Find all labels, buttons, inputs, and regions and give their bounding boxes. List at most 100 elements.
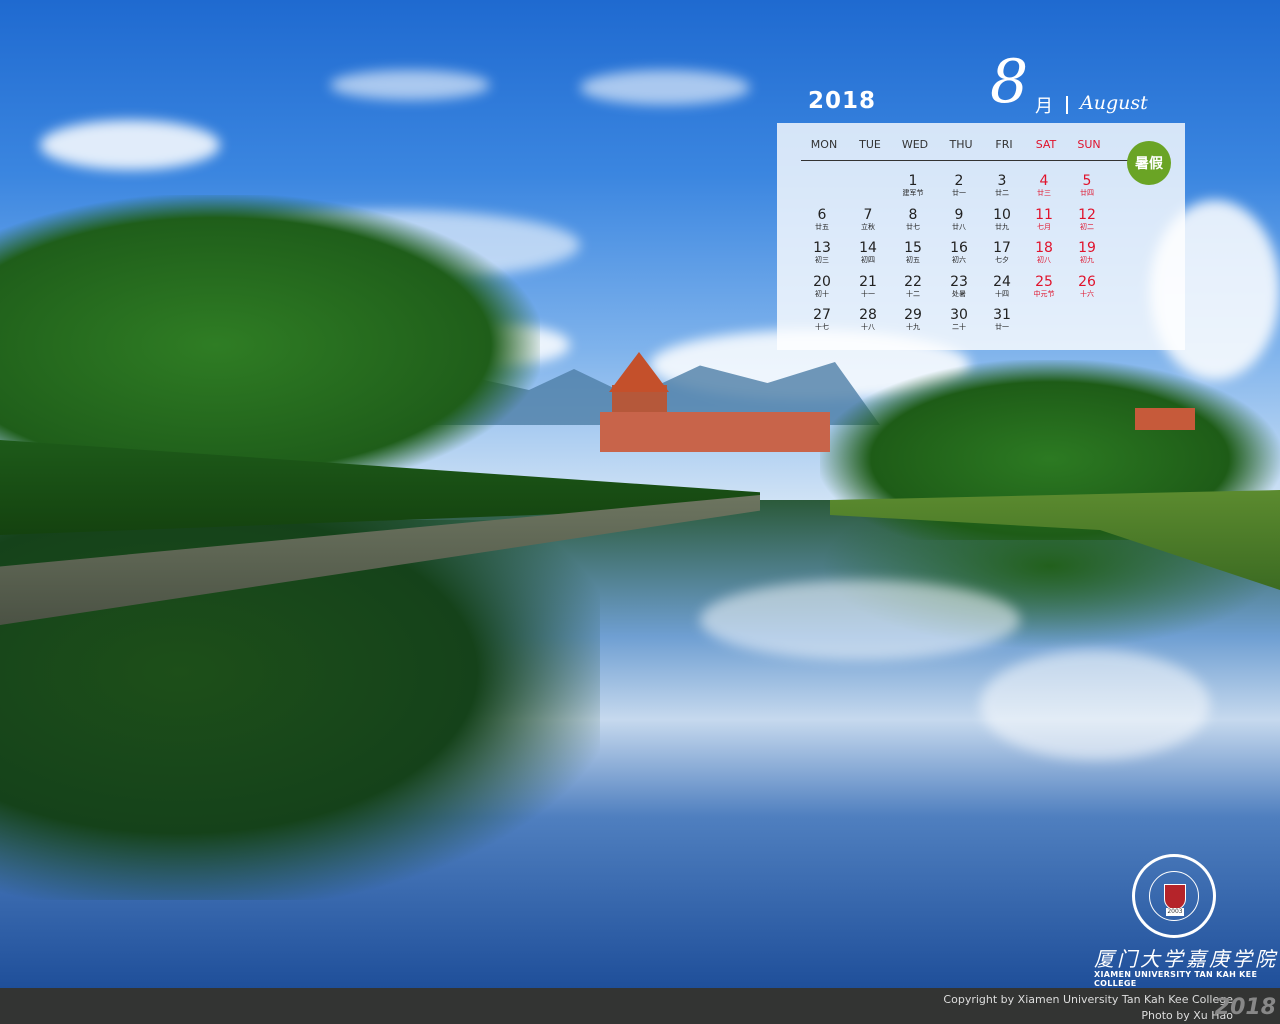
lunar-date: 初三	[815, 256, 829, 264]
lunar-date: 十八	[861, 323, 875, 331]
shield-icon	[1164, 884, 1186, 910]
header-divider	[801, 160, 1155, 161]
day-number: 9	[954, 206, 964, 223]
day-number: 23	[950, 273, 968, 290]
calendar-day: 3 廿二	[979, 173, 1025, 198]
day-number: 10	[993, 206, 1011, 223]
calendar-day: 25 中元节	[1021, 274, 1067, 299]
lunar-date: 廿五	[815, 222, 829, 231]
lunar-date: 初二	[1080, 222, 1094, 231]
calendar-day: 12 初二	[1064, 207, 1110, 232]
day-number: 14	[859, 240, 877, 256]
calendar-month-cn: 月	[1035, 96, 1053, 117]
lunar-date: 十四	[995, 289, 1009, 298]
calendar-day: 11 七月	[1021, 207, 1067, 232]
day-number: 18	[1035, 240, 1053, 256]
calendar-month-number: 8	[990, 47, 1029, 117]
weekday-header: MON TUE WED THU FRI SAT SUN	[801, 138, 1177, 160]
footer-year: 2018	[1214, 995, 1276, 1020]
calendar-day: 13 初三	[799, 240, 845, 265]
lunar-date: 廿八	[952, 222, 966, 231]
calendar-day: 14 初四	[845, 240, 891, 265]
day-number: 11	[1035, 206, 1053, 223]
college-name-cn: 厦门大学嘉庚学院	[1094, 947, 1278, 971]
lunar-date: 七月	[1037, 222, 1051, 231]
calendar-day: 5 廿四	[1064, 173, 1110, 198]
day-number: 29	[904, 307, 922, 323]
calendar-day: 18 初八	[1021, 240, 1067, 265]
calendar-day: 30 二十	[936, 307, 982, 332]
photo-credit: Photo by Xu Hao	[1141, 1009, 1233, 1022]
lunar-date: 廿四	[1080, 189, 1094, 197]
calendar-day: 7 立秋	[845, 207, 891, 232]
calendar-day: 10 廿九	[979, 207, 1025, 232]
calendar-day: 15 初五	[890, 240, 936, 265]
calendar-day: 9 廿八	[936, 207, 982, 232]
lunar-date: 十七	[815, 323, 829, 331]
day-number: 2	[954, 173, 964, 189]
weekday-sun: SUN	[1077, 138, 1101, 151]
calendar-day: 19 初九	[1064, 240, 1110, 265]
day-number: 20	[813, 273, 831, 290]
day-number: 17	[993, 240, 1011, 256]
cloud-reflection	[980, 650, 1210, 760]
day-number: 3	[997, 173, 1007, 189]
summer-vacation-badge: 暑假	[1127, 141, 1171, 185]
day-number: 12	[1078, 206, 1096, 223]
campus-building-right	[1135, 408, 1195, 430]
weekday-tue: TUE	[859, 138, 881, 151]
day-number: 25	[1035, 273, 1053, 290]
weekday-wed: WED	[901, 138, 929, 151]
calendar-day: 4 廿三	[1021, 173, 1067, 198]
day-number: 22	[904, 273, 922, 290]
calendar-day: 1 建军节	[890, 173, 936, 198]
lunar-date: 廿七	[906, 222, 920, 231]
day-number: 4	[1039, 173, 1049, 189]
month-separator	[1066, 96, 1068, 114]
lunar-date: 十一	[861, 289, 875, 298]
lunar-date: 初五	[906, 256, 920, 264]
lunar-date: 廿二	[995, 189, 1009, 197]
lunar-date: 廿一	[952, 189, 966, 197]
footer-bar: Copyright by Xiamen University Tan Kah K…	[0, 988, 1280, 1024]
calendar-day: 6 廿五	[799, 207, 845, 232]
cloud	[580, 70, 750, 105]
lunar-date: 初六	[952, 256, 966, 264]
calendar-day: 31 廿一	[979, 307, 1025, 332]
weekday-thu: THU	[949, 138, 973, 151]
calendar-day: 17 七夕	[979, 240, 1025, 265]
cloud	[330, 70, 490, 100]
day-number: 1	[908, 173, 918, 189]
calendar-panel: MON TUE WED THU FRI SAT SUN 暑假 1 建军节 2 廿一 3 廿二 4 廿三 5 廿…	[777, 123, 1185, 350]
weekday-fri: FRI	[995, 138, 1013, 151]
calendar-day: 8 廿七	[890, 207, 936, 232]
calendar-day: 23 处暑	[936, 274, 982, 299]
lunar-date: 中元节	[1033, 289, 1055, 298]
lunar-date: 处暑	[952, 289, 966, 298]
calendar-month-en: August	[1080, 92, 1148, 114]
lunar-date: 廿三	[1037, 189, 1051, 197]
lunar-date: 十九	[906, 323, 920, 331]
credits: Copyright by Xiamen University Tan Kah K…	[943, 992, 1233, 1024]
day-number: 31	[993, 307, 1011, 323]
calendar-day: 2 廿一	[936, 173, 982, 198]
lunar-date: 立秋	[861, 222, 875, 231]
calendar-day: 22 十二	[890, 274, 936, 299]
calendar-day: 28 十八	[845, 307, 891, 332]
day-number: 13	[813, 240, 831, 256]
day-number: 28	[859, 307, 877, 323]
day-number: 15	[904, 240, 922, 256]
lunar-date: 廿一	[995, 323, 1009, 331]
day-number: 8	[908, 206, 918, 223]
college-logo: 2003	[1132, 854, 1216, 938]
calendar-day: 27 十七	[799, 307, 845, 332]
cloud-reflection	[700, 580, 1020, 660]
lunar-date: 十二	[906, 289, 920, 298]
day-number: 30	[950, 307, 968, 323]
lunar-date: 初九	[1080, 256, 1094, 264]
weekday-sat: SAT	[1035, 138, 1057, 151]
lunar-date: 初四	[861, 256, 875, 264]
day-number: 27	[813, 307, 831, 323]
day-number: 7	[863, 206, 873, 223]
lunar-date: 七夕	[995, 256, 1009, 264]
